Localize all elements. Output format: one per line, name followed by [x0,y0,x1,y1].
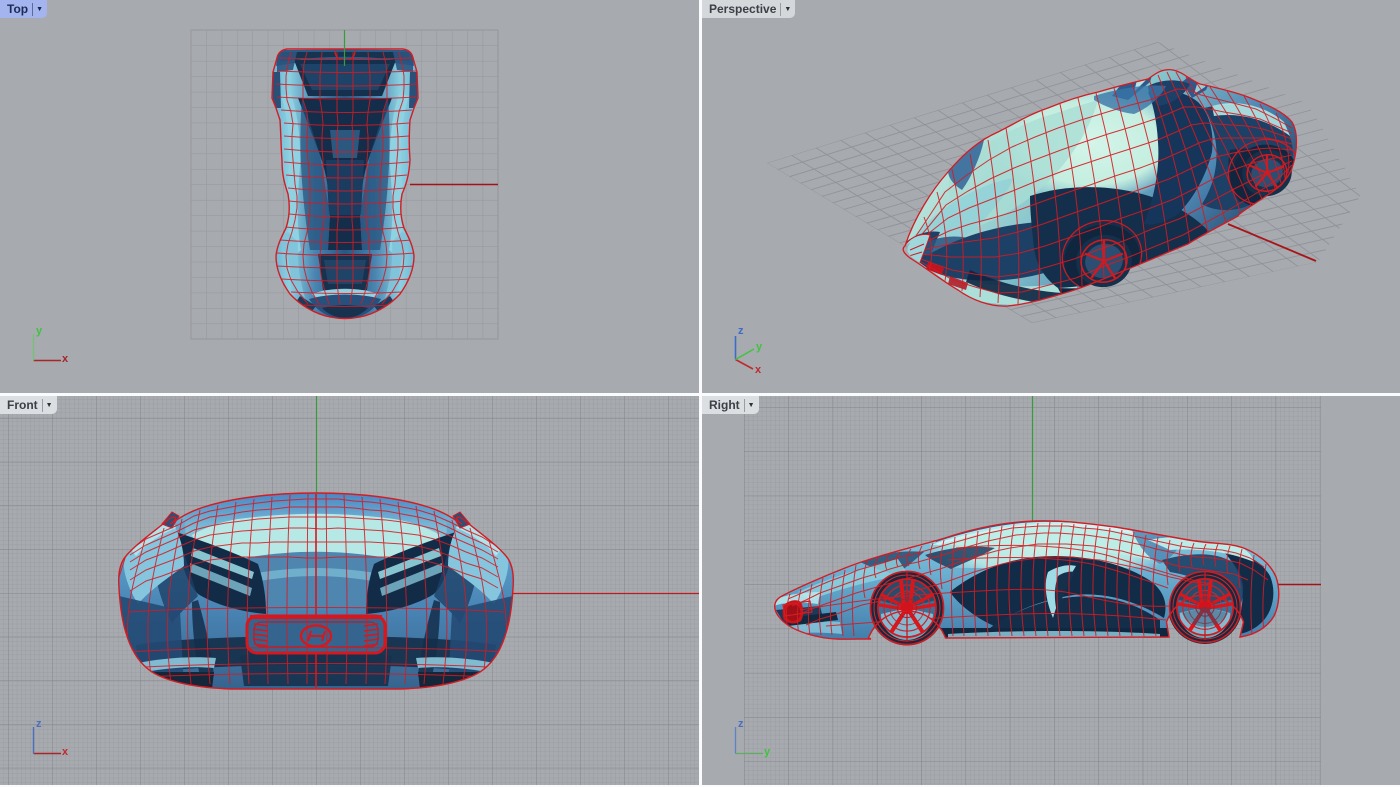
svg-text:x: x [62,353,69,365]
svg-text:x: x [62,746,69,758]
svg-text:y: y [756,341,763,353]
svg-text:z: z [738,325,744,337]
svg-text:z: z [36,718,42,730]
svg-text:x: x [755,364,762,376]
svg-text:z: z [738,718,744,730]
svg-text:y: y [36,325,43,337]
svg-text:y: y [764,746,771,758]
